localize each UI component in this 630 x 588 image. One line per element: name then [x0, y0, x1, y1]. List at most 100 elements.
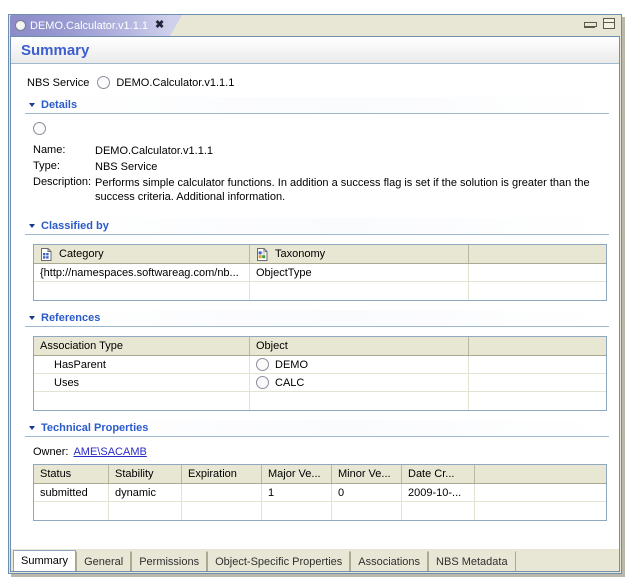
- cell-expiration: [182, 484, 262, 501]
- service-circle-icon: [97, 76, 111, 89]
- editor-window: DEMO.Calculator.v1.1.1 ✖ Summary NBS Ser…: [8, 14, 622, 574]
- details-label-name: Name:: [33, 144, 66, 156]
- cell-blank: [469, 392, 606, 410]
- details-label-description: Description:: [33, 176, 92, 188]
- section-classified-by-body: Category Taxonomy {http://namespaces.sof…: [25, 235, 609, 305]
- table-row[interactable]: [34, 282, 606, 300]
- section-technical-properties-title: Technical Properties: [41, 422, 149, 434]
- table-header-row: Association Type Object: [34, 337, 606, 356]
- section-references-title: References: [41, 312, 101, 324]
- cell-status: submitted: [34, 484, 109, 501]
- cell-major-version: [262, 502, 332, 520]
- details-circle-icon: [33, 122, 46, 135]
- cell-blank: [469, 356, 606, 373]
- section-details-title: Details: [41, 99, 78, 111]
- table-row[interactable]: HasParent DEMO: [34, 356, 606, 374]
- editor-tab-label: DEMO.Calculator.v1.1.1: [30, 19, 148, 32]
- chevron-down-icon[interactable]: [29, 103, 35, 107]
- cell-minor-version: [332, 502, 402, 520]
- table-row[interactable]: {http://namespaces.softwareag.com/nb... …: [34, 264, 606, 282]
- column-header-stability[interactable]: Stability: [109, 465, 182, 483]
- property-tab-strip: Summary General Permissions Object-Speci…: [10, 549, 620, 572]
- technical-properties-table: Status Stability Expiration Major Ve... …: [33, 464, 607, 521]
- cell-expiration: [182, 502, 262, 520]
- cell-blank: [469, 374, 606, 391]
- references-table: Association Type Object HasParent DEMO U…: [33, 336, 607, 411]
- owner-line: Owner: AME\SACAMB: [29, 442, 609, 460]
- column-header-major-version[interactable]: Major Ve...: [262, 465, 332, 483]
- owner-label: Owner:: [33, 446, 69, 458]
- details-value-type: NBS Service: [95, 161, 158, 173]
- column-header-status[interactable]: Status: [34, 465, 109, 483]
- column-header-object[interactable]: Object: [250, 337, 469, 355]
- section-details-body: Name: DEMO.Calculator.v1.1.1 Type: NBS S…: [25, 114, 609, 212]
- details-row-type: Type: NBS Service: [29, 160, 609, 174]
- page-title: Summary: [21, 41, 90, 59]
- column-header-date-created[interactable]: Date Cr...: [402, 465, 475, 483]
- details-value-name: DEMO.Calculator.v1.1.1: [95, 145, 213, 157]
- tab-object-specific-properties[interactable]: Object-Specific Properties: [207, 551, 351, 571]
- table-row[interactable]: Uses CALC: [34, 374, 606, 392]
- section-technical-properties-header[interactable]: Technical Properties: [25, 420, 609, 437]
- cell-association-type: HasParent: [34, 356, 250, 373]
- cell-taxonomy: ObjectType: [250, 264, 469, 281]
- cell-object: DEMO: [250, 356, 469, 373]
- column-header-taxonomy[interactable]: Taxonomy: [250, 245, 469, 263]
- object-circle-icon: [256, 358, 269, 371]
- column-header-minor-version[interactable]: Minor Ve...: [332, 465, 402, 483]
- section-details: Details Name: DEMO.Calculator.v1.1.1 Typ…: [25, 97, 609, 212]
- tab-associations[interactable]: Associations: [350, 551, 429, 571]
- cell-association-type: [34, 392, 250, 410]
- maximize-icon[interactable]: [603, 18, 615, 29]
- form-area: Summary NBS Service DEMO.Calculator.v1.1…: [10, 36, 620, 551]
- section-references-body: Association Type Object HasParent DEMO U…: [25, 327, 609, 415]
- cell-blank: [475, 484, 606, 501]
- tab-general[interactable]: General: [76, 551, 132, 571]
- column-header-blank[interactable]: [475, 465, 606, 483]
- cell-date-created: [402, 502, 475, 520]
- cell-object-label: DEMO: [275, 358, 308, 371]
- chevron-down-icon[interactable]: [29, 224, 35, 228]
- tab-summary[interactable]: Summary: [13, 550, 77, 571]
- section-references-header[interactable]: References: [25, 310, 609, 327]
- window-titlebar: DEMO.Calculator.v1.1.1 ✖: [9, 15, 621, 36]
- column-header-blank[interactable]: [469, 245, 606, 263]
- table-header-row: Status Stability Expiration Major Ve... …: [34, 465, 606, 484]
- service-ball-icon: [15, 20, 26, 31]
- column-header-category-label: Category: [59, 248, 104, 260]
- section-classified-by-title: Classified by: [41, 220, 109, 232]
- chevron-down-icon[interactable]: [29, 426, 35, 430]
- cell-taxonomy: [250, 282, 469, 300]
- window-buttons: [584, 18, 615, 29]
- cell-object-label: CALC: [275, 376, 305, 389]
- tab-permissions[interactable]: Permissions: [131, 551, 208, 571]
- table-row[interactable]: submitted dynamic 1 0 2009-10-...: [34, 484, 606, 502]
- cell-object: CALC: [250, 374, 469, 391]
- section-details-header[interactable]: Details: [25, 97, 609, 114]
- column-header-expiration[interactable]: Expiration: [182, 465, 262, 483]
- column-header-association-type[interactable]: Association Type: [34, 337, 250, 355]
- table-row[interactable]: [34, 392, 606, 410]
- cell-object: [250, 392, 469, 410]
- details-value-description: Performs simple calculator functions. In…: [95, 177, 590, 203]
- category-icon: [40, 247, 53, 261]
- chevron-down-icon[interactable]: [29, 316, 35, 320]
- taxonomy-icon: [256, 247, 269, 261]
- editor-tab-demo-calculator[interactable]: DEMO.Calculator.v1.1.1 ✖: [10, 15, 183, 36]
- section-references: References Association Type Object HasPa…: [25, 310, 609, 415]
- owner-link[interactable]: AME\SACAMB: [73, 446, 146, 458]
- minimize-icon[interactable]: [584, 20, 597, 28]
- table-row[interactable]: [34, 502, 606, 520]
- tab-nbs-metadata[interactable]: NBS Metadata: [428, 551, 516, 571]
- form-body: NBS Service DEMO.Calculator.v1.1.1 Detai…: [11, 64, 619, 527]
- column-header-blank[interactable]: [469, 337, 606, 355]
- section-classified-by-header[interactable]: Classified by: [25, 218, 609, 235]
- cell-blank: [475, 502, 606, 520]
- section-technical-properties-body: Owner: AME\SACAMB Status Stability Expir…: [25, 437, 609, 527]
- close-icon[interactable]: ✖: [155, 20, 164, 31]
- cell-date-created: 2009-10-...: [402, 484, 475, 501]
- object-circle-icon: [256, 376, 269, 389]
- cell-stability: dynamic: [109, 484, 182, 501]
- column-header-category[interactable]: Category: [34, 245, 250, 263]
- cell-stability: [109, 502, 182, 520]
